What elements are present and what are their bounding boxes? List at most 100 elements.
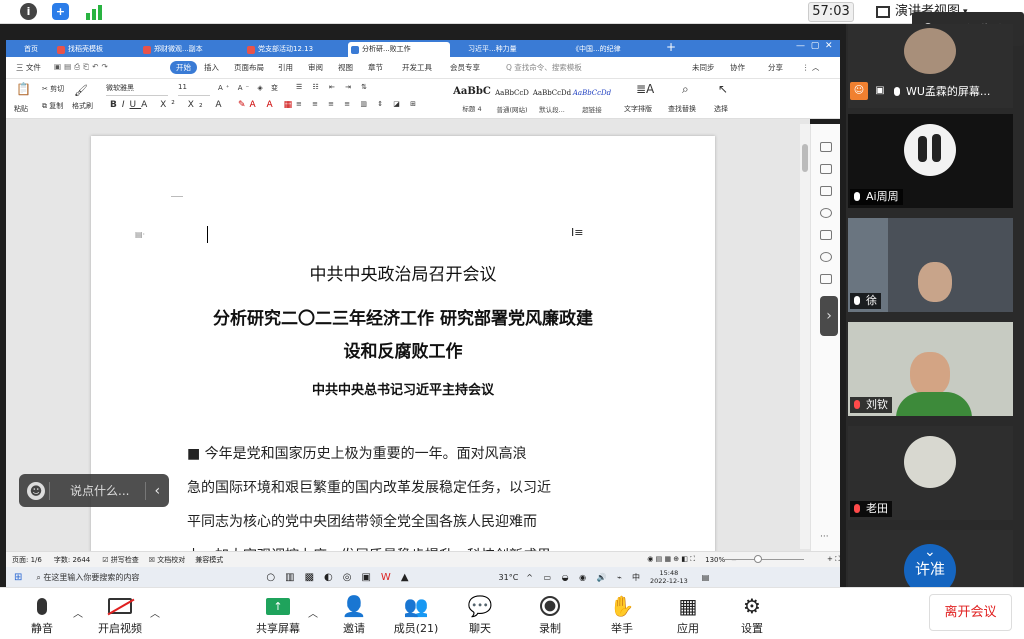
location-icon[interactable] bbox=[820, 252, 832, 262]
share-button[interactable]: 分享 bbox=[768, 62, 783, 73]
taskbar-app-icons[interactable]: ○▥▩◐◎▣W▲ bbox=[266, 572, 418, 583]
start-video-button[interactable]: 开启视频 bbox=[90, 592, 150, 636]
chevron-up-icon[interactable]: ︿ bbox=[73, 605, 83, 620]
spell-check-toggle[interactable]: ☑ 拼写检查 bbox=[102, 555, 139, 565]
tab-doc-3[interactable]: 党支部活动12.13 bbox=[244, 42, 344, 57]
style-hyperlink[interactable]: AaBbCcDd 超链接 bbox=[572, 82, 612, 116]
chevron-up-icon[interactable]: ︿ bbox=[150, 605, 160, 620]
paste-button[interactable]: 粘贴 bbox=[14, 104, 28, 114]
menu-developer[interactable]: 开发工具 bbox=[402, 62, 432, 73]
chevron-down-icon[interactable]: ⌄ bbox=[924, 544, 936, 560]
paragraph-handle-icon[interactable]: ▤· bbox=[135, 230, 145, 239]
quick-access-icons[interactable]: ▣▤⎙⎗↶↷ bbox=[54, 62, 111, 72]
copy-button[interactable]: ⧉ 复制 bbox=[42, 101, 63, 111]
apps-button[interactable]: ▦ 应用 bbox=[658, 592, 718, 636]
windows-start-icon[interactable]: ⊞ bbox=[14, 572, 22, 583]
add-tab-icon[interactable]: + bbox=[666, 40, 676, 54]
cut-button[interactable]: ✂ 剪切 bbox=[42, 84, 64, 94]
text-layout-button[interactable]: 文字排版 bbox=[624, 104, 652, 114]
chevron-up-icon[interactable]: ︿ bbox=[308, 605, 318, 620]
scrollbar-thumb[interactable] bbox=[802, 144, 808, 172]
style-default-para[interactable]: AaBbCcDd 默认段... bbox=[532, 82, 572, 116]
sync-status[interactable]: 未同步 bbox=[692, 62, 715, 73]
mute-button[interactable]: 静音 bbox=[12, 592, 72, 636]
font-size-adjust-icons[interactable]: A⁺ A⁻ ◈ 变 bbox=[218, 83, 281, 93]
tab-template[interactable]: 找稻壳模板 bbox=[54, 42, 136, 57]
format-painter-button[interactable]: 格式刷 bbox=[72, 101, 93, 111]
menu-chapter[interactable]: 章节 bbox=[368, 62, 383, 73]
adjust-icon[interactable] bbox=[820, 186, 832, 196]
list-buttons[interactable]: ☰ ☷ ⇤ ⇥ ⇅ bbox=[296, 83, 371, 91]
record-button[interactable]: 录制 bbox=[520, 592, 580, 636]
signal-icon[interactable] bbox=[85, 4, 103, 20]
view-mode-icons[interactable]: ◉ ▤ ▦ ⊕ ◧ ⛶ bbox=[647, 555, 695, 564]
share-screen-button[interactable]: ↑ 共享屏幕 bbox=[248, 592, 308, 636]
info-icon[interactable]: i bbox=[20, 3, 37, 20]
participant-tile[interactable]: ☺ ▣ WU孟霖的屏幕... bbox=[848, 24, 1013, 108]
command-search[interactable]: Q 查找命令、搜索模板 bbox=[506, 62, 582, 73]
menu-view[interactable]: 视图 bbox=[338, 62, 353, 73]
shield-icon[interactable]: + bbox=[52, 3, 69, 20]
align-buttons[interactable]: ≡ ≡ ≡ ≡ ▥ ⇕ ◪ ⊞ bbox=[296, 100, 420, 108]
notification-icon[interactable]: ▤ bbox=[702, 573, 710, 582]
taskbar-search[interactable]: ⌕ 在这里输入你要搜索的内容 bbox=[36, 572, 236, 583]
font-color-buttons[interactable]: ✎A A ▦ bbox=[238, 100, 296, 110]
doc-check-button[interactable]: ☒ 文档校对 bbox=[149, 555, 186, 565]
help-icon[interactable] bbox=[820, 208, 832, 218]
tab-doc-5[interactable]: 习近平...种力量 bbox=[454, 42, 554, 57]
raise-hand-button[interactable]: ✋ 举手 bbox=[592, 592, 652, 636]
ime-indicator[interactable]: 中 bbox=[632, 572, 640, 583]
menu-review[interactable]: 审阅 bbox=[308, 62, 323, 73]
system-clock[interactable]: 15:48 2022-12-13 bbox=[650, 569, 688, 585]
menu-member[interactable]: 会员专享 bbox=[450, 62, 480, 73]
participant-tile[interactable]: Ai周周 bbox=[848, 114, 1013, 208]
select-tool-icon[interactable] bbox=[820, 164, 832, 174]
tab-home[interactable]: 首页 bbox=[10, 42, 50, 57]
menu-start[interactable]: 开始 bbox=[170, 61, 197, 74]
leave-meeting-button[interactable]: 离开会议 bbox=[929, 594, 1012, 631]
chevron-left-icon[interactable]: ‹ bbox=[154, 483, 160, 499]
style-heading4[interactable]: AaBbC 标题 4 bbox=[452, 82, 492, 116]
tab-doc-2[interactable]: 郑财微观...副本 bbox=[140, 42, 240, 57]
more-icon[interactable]: ⋮ ︿ bbox=[802, 62, 819, 73]
tab-doc-active[interactable]: 分析研...败工作 bbox=[348, 42, 450, 57]
emoji-icon[interactable]: ☻ bbox=[27, 481, 45, 500]
settings-icon[interactable] bbox=[820, 230, 832, 240]
participant-tile[interactable]: 许准 ⌄ bbox=[848, 530, 1013, 587]
find-replace-button[interactable]: 查找替换 bbox=[668, 104, 696, 114]
participant-name-tag: 老田 bbox=[850, 501, 892, 517]
tab-doc-6[interactable]: 《中国...的纪律 bbox=[558, 42, 658, 57]
select-button[interactable]: 选择 bbox=[714, 104, 728, 114]
menu-references[interactable]: 引用 bbox=[278, 62, 293, 73]
menu-page-layout[interactable]: 页面布局 bbox=[234, 62, 264, 73]
zoom-slider[interactable] bbox=[724, 559, 804, 560]
participant-tile[interactable]: 徐 bbox=[848, 218, 1013, 312]
book-icon[interactable] bbox=[820, 274, 832, 284]
menu-insert[interactable]: 插入 bbox=[204, 62, 219, 73]
document-page[interactable]: ▤· I≡ 中共中央政治局召开会议 分析研究二〇二三年经济工作 研究部署党风廉政… bbox=[91, 136, 715, 556]
window-controls[interactable]: — ▢ ✕ bbox=[796, 41, 833, 51]
style-normal-web[interactable]: AaBbCcD 普通(网站) bbox=[492, 82, 532, 116]
font-size-select[interactable]: 11 bbox=[178, 83, 210, 96]
font-name-select[interactable]: 微软雅黑 bbox=[106, 83, 168, 96]
paste-icon[interactable]: 📋 bbox=[16, 82, 31, 96]
menu-file[interactable]: 三 文件 bbox=[16, 62, 41, 73]
zoom-level[interactable]: 130% bbox=[705, 556, 725, 564]
font-style-buttons[interactable]: BIUA X² X₂ A bbox=[110, 100, 227, 110]
settings-button[interactable]: ⚙ 设置 bbox=[722, 592, 782, 636]
more-icon[interactable]: ··· bbox=[820, 532, 829, 542]
members-button[interactable]: 👥 成员(21) bbox=[386, 592, 446, 636]
collaborate-button[interactable]: 协作 bbox=[730, 62, 745, 73]
document-scrollbar[interactable] bbox=[800, 124, 810, 549]
zoom-slider-thumb[interactable] bbox=[754, 555, 762, 563]
system-tray-icons[interactable]: ^ ▭ ◒ ◉ 🔊 ⌁ bbox=[526, 573, 626, 582]
chat-quick-input[interactable]: ☻ 说点什么... ‹ bbox=[19, 474, 169, 507]
invite-button[interactable]: 👤 邀请 bbox=[324, 592, 384, 636]
participant-tile[interactable]: 刘钦 bbox=[848, 322, 1013, 416]
word-count[interactable]: 字数: 2644 bbox=[54, 555, 90, 565]
participant-tile[interactable]: 老田 bbox=[848, 426, 1013, 520]
edit-icon[interactable] bbox=[820, 142, 832, 152]
zoom-in-icon[interactable]: + ⛶ bbox=[827, 555, 840, 564]
chat-button[interactable]: 💬 聊天 bbox=[450, 592, 510, 636]
collapse-panel-button[interactable]: › bbox=[820, 296, 838, 336]
